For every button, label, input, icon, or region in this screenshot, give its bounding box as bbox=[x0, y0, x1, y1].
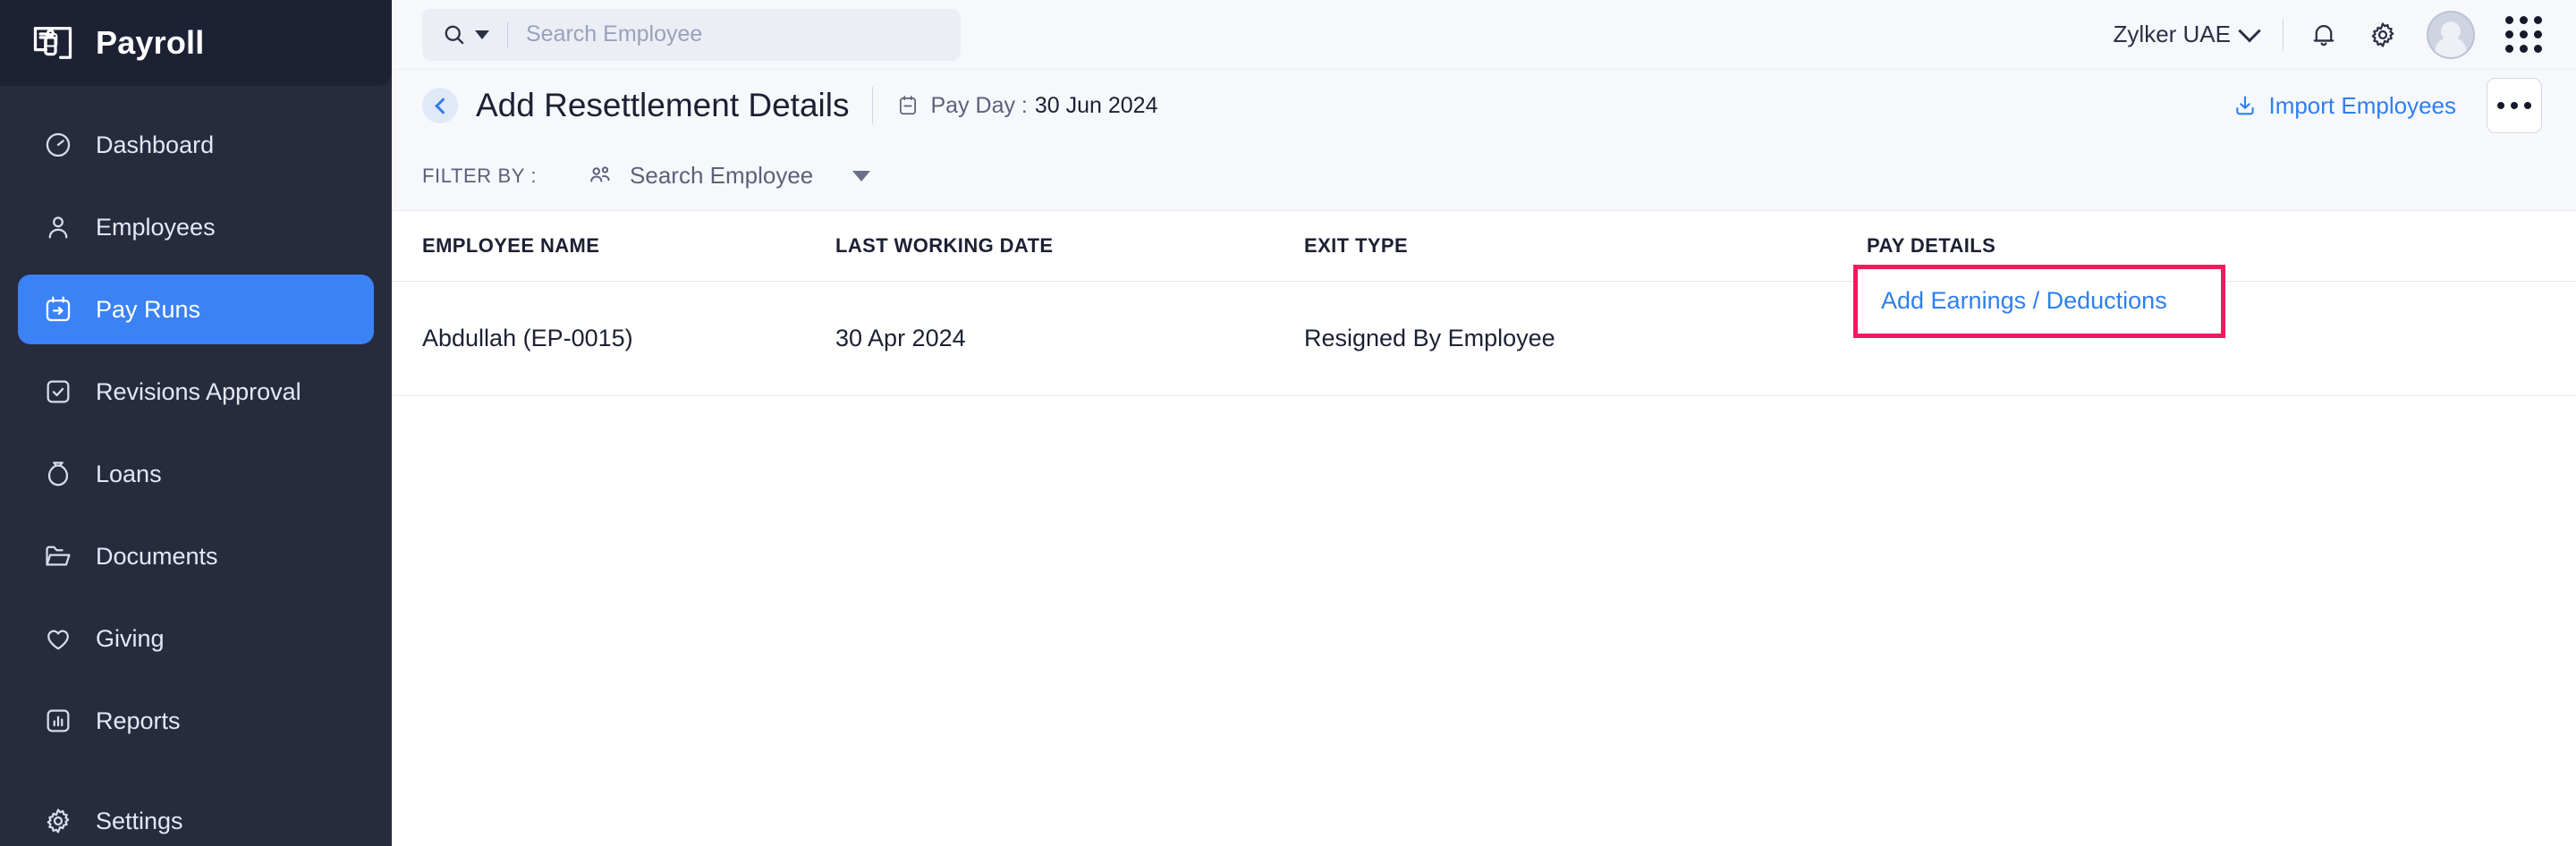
avatar[interactable] bbox=[2427, 11, 2475, 59]
gear-icon bbox=[42, 805, 74, 837]
sidebar-item-label: Documents bbox=[96, 543, 218, 571]
table-body: Abdullah (EP-0015) 30 Apr 2024 Resigned … bbox=[392, 281, 2576, 395]
divider bbox=[507, 21, 508, 48]
employee-filter-value: Search Employee bbox=[630, 162, 813, 190]
column-header-employee-name: EMPLOYEE NAME bbox=[392, 211, 805, 281]
people-icon bbox=[587, 163, 614, 190]
sidebar-item-giving[interactable]: Giving bbox=[18, 604, 374, 673]
page-header: Add Resettlement Details Pay Day : 30 Ju… bbox=[392, 70, 2576, 141]
search-icon bbox=[442, 22, 467, 47]
table-row: Abdullah (EP-0015) 30 Apr 2024 Resigned … bbox=[392, 281, 2576, 395]
filter-bar: FILTER BY : Search Employee bbox=[392, 141, 2576, 211]
cell-last-working-date: 30 Apr 2024 bbox=[805, 281, 1277, 395]
caret-down-icon bbox=[852, 171, 870, 182]
folder-icon bbox=[42, 540, 74, 572]
nav-spacer bbox=[0, 673, 392, 686]
back-button[interactable] bbox=[422, 88, 458, 123]
import-employees-button[interactable]: Import Employees bbox=[2233, 92, 2456, 120]
brand-header[interactable]: Payroll bbox=[0, 0, 392, 86]
grid-apps-icon[interactable] bbox=[2505, 16, 2542, 53]
app-root: Payroll Dashboard Employees bbox=[0, 0, 2576, 846]
org-switcher[interactable]: Zylker UAE bbox=[2114, 21, 2258, 48]
sidebar-item-label: Settings bbox=[96, 808, 183, 835]
nav-spacer bbox=[0, 509, 392, 521]
divider bbox=[2283, 19, 2284, 51]
nav-spacer bbox=[0, 591, 392, 604]
nav-spacer bbox=[0, 262, 392, 275]
payroll-card-icon bbox=[30, 20, 76, 66]
resettlement-table-container: EMPLOYEE NAME LAST WORKING DATE EXIT TYP… bbox=[392, 211, 2576, 846]
sidebar-item-label: Giving bbox=[96, 625, 165, 653]
chevron-down-icon bbox=[2238, 20, 2260, 42]
cell-employee-name: Abdullah (EP-0015) bbox=[392, 281, 805, 395]
cell-pay-details: Add Earnings / Deductions bbox=[1836, 281, 2576, 395]
global-search[interactable] bbox=[422, 9, 961, 61]
heart-icon bbox=[42, 622, 74, 655]
sidebar-item-pay-runs[interactable]: Pay Runs bbox=[18, 275, 374, 344]
sidebar-item-settings[interactable]: Settings bbox=[18, 786, 374, 846]
divider bbox=[872, 87, 873, 124]
checkbox-icon bbox=[42, 376, 74, 408]
bar-chart-icon bbox=[42, 705, 74, 737]
page-title: Add Resettlement Details bbox=[476, 87, 849, 124]
sidebar-item-label: Pay Runs bbox=[96, 296, 200, 324]
cell-exit-type: Resigned By Employee bbox=[1277, 281, 1836, 395]
employee-filter-dropdown[interactable]: Search Employee bbox=[587, 162, 870, 190]
sidebar-item-dashboard[interactable]: Dashboard bbox=[18, 110, 374, 180]
bell-icon[interactable] bbox=[2309, 20, 2339, 50]
sidebar-item-reports[interactable]: Reports bbox=[18, 686, 374, 756]
resettlement-table: EMPLOYEE NAME LAST WORKING DATE EXIT TYP… bbox=[392, 211, 2576, 396]
user-icon bbox=[42, 211, 74, 243]
caret-down-icon[interactable] bbox=[475, 30, 489, 39]
calendar-arrow-icon bbox=[42, 293, 74, 326]
search-input[interactable] bbox=[526, 21, 941, 47]
sidebar-item-revisions-approval[interactable]: Revisions Approval bbox=[18, 357, 374, 427]
top-bar: Zylker UAE bbox=[392, 0, 2576, 70]
column-header-last-working-date: LAST WORKING DATE bbox=[805, 211, 1277, 281]
sidebar-item-employees[interactable]: Employees bbox=[18, 192, 374, 262]
sidebar: Payroll Dashboard Employees bbox=[0, 0, 392, 846]
sidebar-nav: Dashboard Employees bbox=[0, 86, 392, 846]
nav-spacer bbox=[0, 344, 392, 357]
sidebar-item-label: Reports bbox=[96, 707, 181, 735]
sidebar-item-label: Loans bbox=[96, 461, 162, 488]
sidebar-item-documents[interactable]: Documents bbox=[18, 521, 374, 591]
column-header-exit-type: EXIT TYPE bbox=[1277, 211, 1836, 281]
chevron-left-icon bbox=[435, 97, 451, 114]
ellipsis-dot bbox=[2497, 102, 2504, 109]
sidebar-item-label: Employees bbox=[96, 214, 216, 241]
table-header-row: EMPLOYEE NAME LAST WORKING DATE EXIT TYP… bbox=[392, 211, 2576, 281]
top-bar-right: Zylker UAE bbox=[2114, 11, 2542, 59]
ellipsis-dot bbox=[2511, 102, 2518, 109]
import-employees-label: Import Employees bbox=[2268, 92, 2456, 120]
calendar-icon bbox=[896, 92, 919, 119]
sidebar-item-label: Dashboard bbox=[96, 131, 214, 159]
pay-day-info: Pay Day : 30 Jun 2024 bbox=[896, 92, 1157, 119]
pay-day-value: 30 Jun 2024 bbox=[1035, 93, 1158, 119]
pay-day-label: Pay Day : bbox=[930, 93, 1027, 119]
more-options-button[interactable] bbox=[2487, 78, 2542, 133]
table-head: EMPLOYEE NAME LAST WORKING DATE EXIT TYP… bbox=[392, 211, 2576, 281]
brand-name: Payroll bbox=[96, 24, 204, 62]
nav-spacer bbox=[0, 756, 392, 786]
download-icon bbox=[2233, 93, 2258, 118]
nav-spacer bbox=[0, 427, 392, 439]
main-content: Zylker UAE bbox=[392, 0, 2576, 846]
sidebar-item-label: Revisions Approval bbox=[96, 378, 301, 406]
ellipsis-dot bbox=[2524, 102, 2531, 109]
filter-by-label: FILTER BY : bbox=[422, 165, 537, 188]
gear-icon[interactable] bbox=[2368, 20, 2398, 50]
nav-spacer bbox=[0, 180, 392, 192]
money-bag-icon bbox=[42, 458, 74, 490]
org-name: Zylker UAE bbox=[2114, 21, 2231, 48]
sidebar-item-loans[interactable]: Loans bbox=[18, 439, 374, 509]
highlight-annotation: Add Earnings / Deductions bbox=[1853, 265, 2225, 338]
dashboard-icon bbox=[42, 129, 74, 161]
page-header-actions: Import Employees bbox=[2233, 78, 2542, 133]
add-earnings-deductions-link[interactable]: Add Earnings / Deductions bbox=[1881, 287, 2167, 315]
